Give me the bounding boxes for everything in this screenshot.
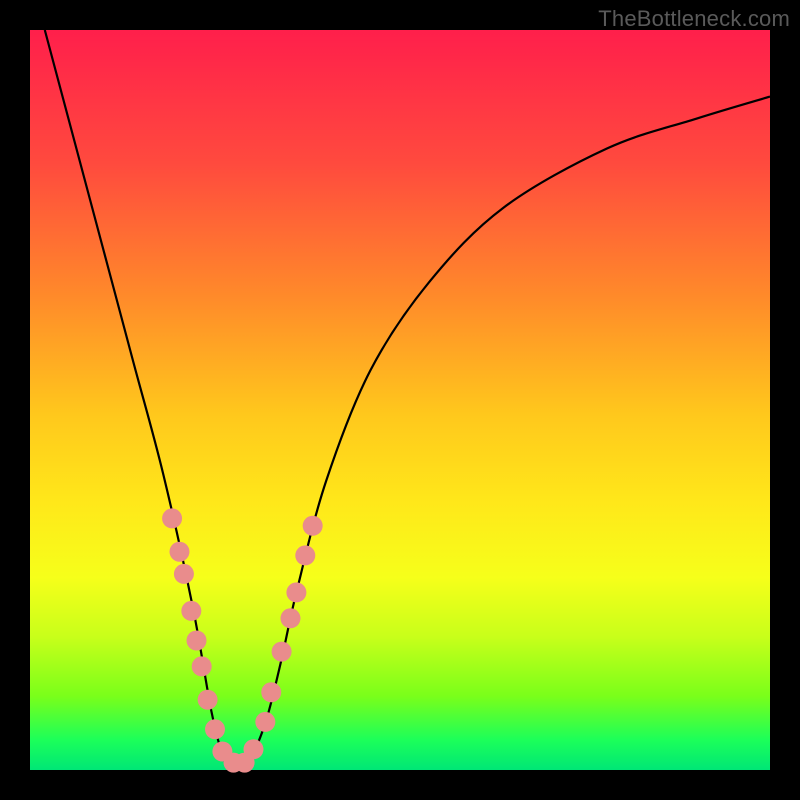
data-marker <box>286 582 306 602</box>
data-marker <box>169 542 189 562</box>
bottleneck-curve <box>45 30 770 772</box>
chart-svg <box>30 30 770 770</box>
chart-frame: TheBottleneck.com <box>0 0 800 800</box>
data-marker <box>192 656 212 676</box>
data-marker <box>303 516 323 536</box>
data-marker <box>243 739 263 759</box>
data-marker <box>181 601 201 621</box>
data-marker <box>295 545 315 565</box>
data-marker <box>205 719 225 739</box>
data-marker <box>174 564 194 584</box>
data-marker <box>255 712 275 732</box>
watermark-text: TheBottleneck.com <box>598 6 790 32</box>
data-marker <box>280 608 300 628</box>
marker-group <box>162 508 323 772</box>
plot-area <box>30 30 770 770</box>
data-marker <box>187 631 207 651</box>
data-marker <box>198 690 218 710</box>
data-marker <box>272 642 292 662</box>
data-marker <box>261 682 281 702</box>
data-marker <box>162 508 182 528</box>
